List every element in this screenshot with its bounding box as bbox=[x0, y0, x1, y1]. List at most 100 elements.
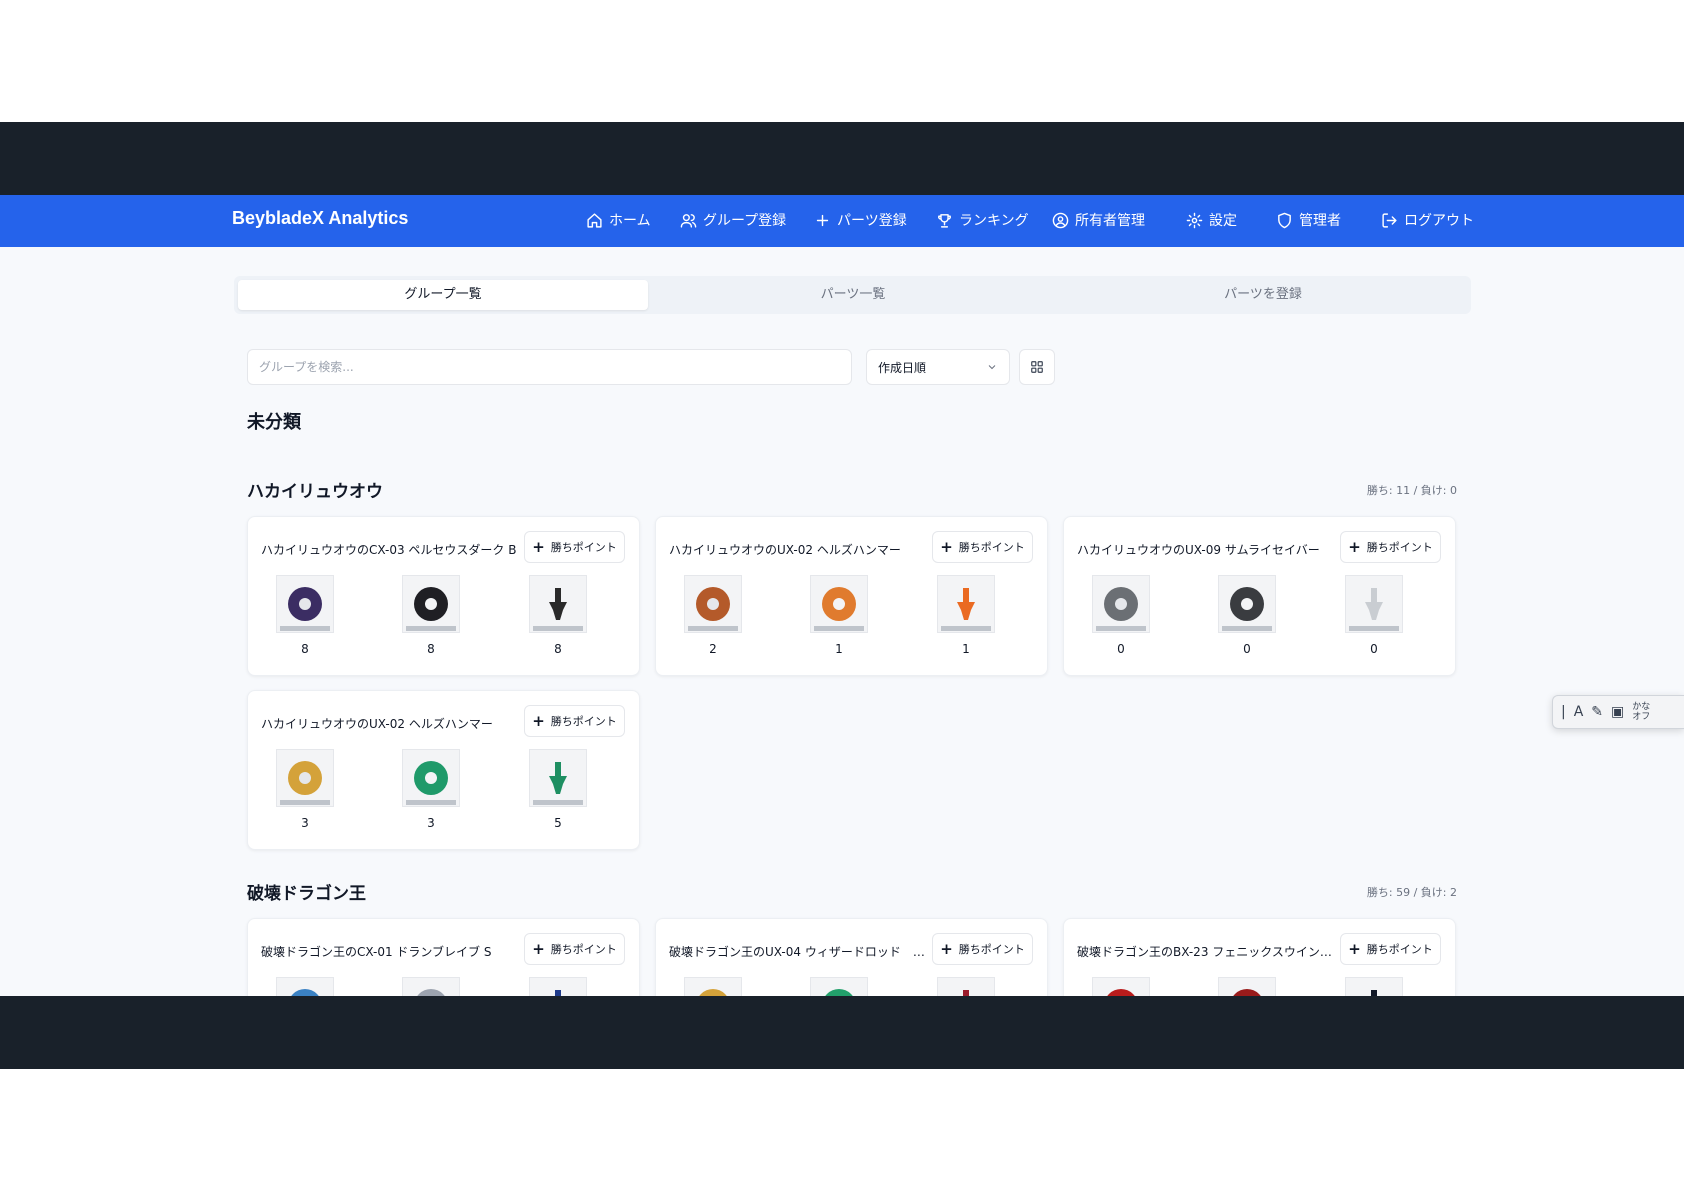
part-thumbnail bbox=[529, 977, 587, 996]
uncategorized-heading: 未分類 bbox=[247, 412, 301, 433]
bey-card[interactable]: ハカイリュウオウのUX-09 サムライセイバー + 勝ちポイント ✓0 ✓0 ✓0 bbox=[1063, 516, 1456, 676]
part-win-count: 8 bbox=[301, 642, 309, 656]
add-win-point-button[interactable]: + 勝ちポイント bbox=[524, 705, 625, 737]
bit-icon bbox=[549, 588, 567, 620]
nav-settings[interactable]: 設定 bbox=[1186, 210, 1237, 230]
ratchet-icon bbox=[417, 989, 445, 996]
part-item[interactable]: ✓3 bbox=[401, 747, 461, 830]
plus-icon: + bbox=[940, 537, 953, 556]
add-win-point-button[interactable]: + 勝ちポイント bbox=[932, 531, 1033, 563]
ratchet-icon bbox=[822, 587, 856, 621]
ratchet-icon bbox=[825, 989, 853, 996]
part-item[interactable]: ✓ bbox=[401, 975, 461, 996]
add-win-point-button[interactable]: + 勝ちポイント bbox=[524, 531, 625, 563]
ime-pen-icon[interactable]: ✎ bbox=[1591, 704, 1603, 720]
nav-label: 設定 bbox=[1209, 213, 1237, 229]
part-item[interactable]: ✓ bbox=[275, 975, 335, 996]
sort-value: 作成日順 bbox=[878, 360, 927, 375]
group-heading: 破壊ドラゴン王 bbox=[247, 884, 366, 904]
bey-card[interactable]: ハカイリュウオウのUX-02 ヘルズハンマー + 勝ちポイント ✓2 ✓1 ✓1 bbox=[655, 516, 1048, 676]
part-item[interactable]: ✓8 bbox=[528, 573, 588, 656]
part-win-count: 1 bbox=[835, 642, 843, 656]
win-point-label: 勝ちポイント bbox=[550, 541, 617, 554]
part-thumbnail bbox=[937, 575, 995, 633]
part-item[interactable]: ✓1 bbox=[936, 573, 996, 656]
ime-mode-label[interactable]: かな オフ bbox=[1632, 702, 1650, 722]
blade-icon bbox=[288, 761, 322, 795]
part-item[interactable]: ✓5 bbox=[528, 747, 588, 830]
part-item[interactable]: ✓3 bbox=[275, 747, 335, 830]
nav-label: パーツ登録 bbox=[837, 213, 907, 229]
brand-logo[interactable]: BeybladeX Analytics bbox=[232, 208, 408, 229]
part-item[interactable]: ✓8 bbox=[401, 573, 461, 656]
group-search-input[interactable] bbox=[247, 349, 852, 385]
ime-a-icon[interactable]: A bbox=[1574, 704, 1584, 720]
bey-card[interactable]: 破壊ドラゴン王のCX-01 ドランブレイブ S + 勝ちポイント ✓ ✓ ✓ bbox=[247, 918, 640, 996]
ime-calendar-icon[interactable]: ▣ bbox=[1611, 704, 1624, 720]
nav-home[interactable]: ホーム bbox=[586, 210, 651, 230]
bey-card-title: 破壊ドラゴン王のCX-01 ドランブレイブ S bbox=[261, 945, 492, 959]
nav-label: 管理者 bbox=[1299, 213, 1341, 229]
part-caption-strip bbox=[533, 626, 583, 631]
part-item[interactable]: ✓ bbox=[1344, 975, 1404, 996]
part-item[interactable]: ✓ bbox=[683, 975, 743, 996]
bey-card[interactable]: ハカイリュウオウのCX-03 ペルセウスダーク B + 勝ちポイント ✓8 ✓8 ✓8 bbox=[247, 516, 640, 676]
ratchet-icon bbox=[1233, 989, 1261, 996]
part-item[interactable]: ✓ bbox=[936, 975, 996, 996]
home-icon bbox=[587, 212, 602, 228]
part-item[interactable]: ✓0 bbox=[1344, 573, 1404, 656]
part-item[interactable]: ✓ bbox=[1091, 975, 1151, 996]
bey-card-title: 破壊ドラゴン王のUX-04 ウィザードロッド スペシ... bbox=[669, 945, 931, 959]
part-item[interactable]: ✓ bbox=[1217, 975, 1277, 996]
part-item[interactable]: ✓ bbox=[528, 975, 588, 996]
tab-parts-register[interactable]: パーツを登録 bbox=[1058, 280, 1468, 310]
part-item[interactable]: ✓2 bbox=[683, 573, 743, 656]
bey-card-title: ハカイリュウオウのUX-09 サムライセイバー bbox=[1077, 543, 1320, 557]
nav-admin[interactable]: 管理者 bbox=[1276, 210, 1341, 230]
part-item[interactable]: ✓1 bbox=[809, 573, 869, 656]
ratchet-icon bbox=[1230, 587, 1264, 621]
sort-select[interactable]: 作成日順 bbox=[866, 349, 1010, 385]
part-item[interactable]: ✓0 bbox=[1091, 573, 1151, 656]
part-win-count: 0 bbox=[1243, 642, 1251, 656]
part-caption-strip bbox=[1349, 626, 1399, 631]
blade-icon bbox=[1104, 587, 1138, 621]
part-caption-strip bbox=[814, 626, 864, 631]
nav-ranking[interactable]: ランキング bbox=[936, 210, 1029, 230]
part-caption-strip bbox=[1222, 626, 1272, 631]
bey-card[interactable]: 破壊ドラゴン王のUX-04 ウィザードロッド スペシ... + 勝ちポイント ✓ ✓ ✓ bbox=[655, 918, 1048, 996]
part-win-count: 2 bbox=[709, 642, 717, 656]
win-point-label: 勝ちポイント bbox=[550, 715, 617, 728]
users-icon bbox=[680, 213, 697, 228]
nav-logout[interactable]: ログアウト bbox=[1381, 210, 1474, 230]
user-circle-icon bbox=[1052, 212, 1069, 228]
nav-parts-register[interactable]: パーツ登録 bbox=[814, 210, 907, 230]
win-point-label: 勝ちポイント bbox=[958, 943, 1025, 956]
part-item[interactable]: ✓8 bbox=[275, 573, 335, 656]
tab-group-list[interactable]: グループ一覧 bbox=[238, 280, 648, 310]
nav-owner-management[interactable]: 所有者管理 bbox=[1052, 210, 1145, 230]
nav-label: ホーム bbox=[609, 213, 651, 229]
top-navbar: BeybladeX Analytics ホーム グループ登録 パーツ登録 ランキ… bbox=[0, 195, 1684, 247]
nav-group-register[interactable]: グループ登録 bbox=[680, 210, 786, 230]
add-win-point-button[interactable]: + 勝ちポイント bbox=[1340, 531, 1441, 563]
plus-icon: + bbox=[1348, 537, 1361, 556]
grid-icon bbox=[1031, 361, 1043, 373]
part-item[interactable]: ✓0 bbox=[1217, 573, 1277, 656]
part-thumbnail bbox=[402, 575, 460, 633]
bey-card[interactable]: ハカイリュウオウのUX-02 ヘルズハンマー + 勝ちポイント ✓3 ✓3 ✓5 bbox=[247, 690, 640, 850]
part-item[interactable]: ✓ bbox=[809, 975, 869, 996]
add-win-point-button[interactable]: + 勝ちポイント bbox=[524, 933, 625, 965]
add-win-point-button[interactable]: + 勝ちポイント bbox=[1340, 933, 1441, 965]
grid-view-button[interactable] bbox=[1019, 349, 1055, 385]
part-thumbnail bbox=[276, 749, 334, 807]
part-thumbnail bbox=[1345, 977, 1403, 996]
blade-icon bbox=[696, 587, 730, 621]
add-win-point-button[interactable]: + 勝ちポイント bbox=[932, 933, 1033, 965]
ime-toolbar[interactable]: | A ✎ ▣ かな オフ bbox=[1552, 695, 1684, 729]
trophy-icon bbox=[938, 213, 951, 228]
logout-icon bbox=[1382, 212, 1397, 228]
tab-parts-list[interactable]: パーツ一覧 bbox=[648, 280, 1058, 310]
bey-card-title: 破壊ドラゴン王のBX-23 フェニックスウイング メタ... bbox=[1077, 945, 1339, 959]
bey-card[interactable]: 破壊ドラゴン王のBX-23 フェニックスウイング メタ... + 勝ちポイント ✓ ✓ ✓ bbox=[1063, 918, 1456, 996]
